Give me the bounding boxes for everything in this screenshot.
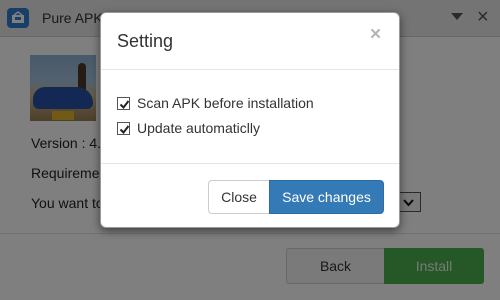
scan-apk-checkbox[interactable] bbox=[117, 96, 130, 110]
close-icon[interactable]: × bbox=[370, 25, 381, 45]
close-button[interactable]: Close bbox=[208, 180, 270, 214]
checkmark-icon bbox=[119, 124, 130, 134]
settings-modal: Setting × Scan APK before installation U… bbox=[100, 12, 400, 228]
checkmark-icon bbox=[119, 99, 130, 109]
auto-update-label: Update automaticlly bbox=[137, 120, 260, 136]
modal-title: Setting bbox=[117, 31, 174, 51]
auto-update-checkbox[interactable] bbox=[117, 121, 130, 135]
modal-header-divider bbox=[101, 69, 399, 70]
save-changes-button[interactable]: Save changes bbox=[269, 180, 384, 214]
auto-update-option[interactable]: Update automaticlly bbox=[117, 120, 260, 136]
modal-footer-divider bbox=[101, 163, 399, 164]
scan-apk-label: Scan APK before installation bbox=[137, 95, 314, 111]
scan-apk-option[interactable]: Scan APK before installation bbox=[117, 95, 314, 111]
